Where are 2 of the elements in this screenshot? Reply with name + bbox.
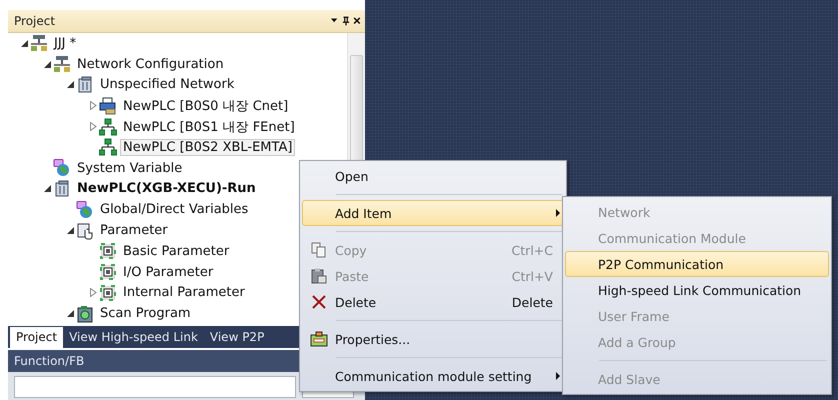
panel-title: Project — [14, 14, 56, 28]
panel-title: Function/FB — [14, 354, 84, 368]
